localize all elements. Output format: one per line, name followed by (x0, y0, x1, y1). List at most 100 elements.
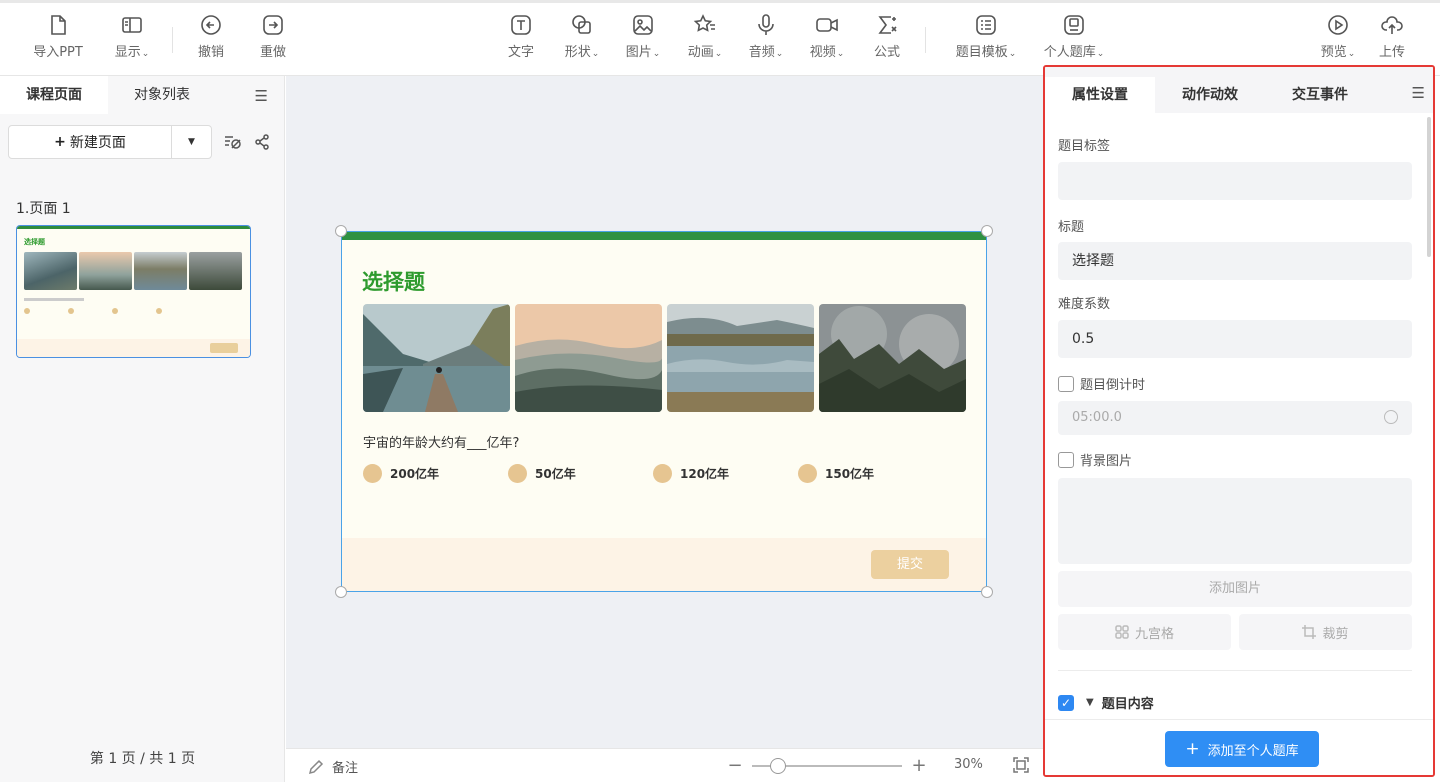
slide[interactable]: 选择题 宇宙的年龄大约有___亿年? 200亿年 50亿年 120亿年 150亿… (341, 231, 987, 592)
question-text[interactable]: 宇宙的年龄大约有___亿年? (363, 432, 519, 451)
zoom-slider[interactable] (752, 757, 902, 774)
mountain-lake-image[interactable] (667, 304, 814, 412)
countdown-checkbox-row[interactable]: 题目倒计时 (1058, 374, 1145, 393)
thumb-image (79, 252, 132, 290)
divider (925, 27, 926, 53)
properties-panel: 属性设置 动作动效 交互事件 ☰ 题目标签 标题 选择题 难度系数 0.5 题目… (1043, 65, 1435, 777)
question-bank-icon (1064, 15, 1084, 35)
crop-button[interactable]: 裁剪 (1239, 614, 1412, 650)
pencil-icon (308, 759, 324, 774)
play-icon (1328, 15, 1348, 35)
tab-actions[interactable]: 动作动效 (1155, 77, 1265, 113)
hide-icon[interactable] (222, 132, 242, 152)
zoom-slider-handle[interactable] (769, 757, 786, 774)
plus-icon: + (54, 134, 66, 150)
redo-icon (263, 15, 283, 35)
option-b[interactable]: 50亿年 (508, 464, 653, 483)
scrollbar[interactable] (1427, 117, 1431, 257)
submit-button[interactable]: 提交 (871, 550, 949, 579)
resize-handle[interactable] (335, 225, 347, 237)
animation-button[interactable]: 动画⌄ (670, 13, 740, 60)
radio-icon (798, 464, 817, 483)
image-button[interactable]: 图片⌄ (608, 13, 678, 60)
lake-dock-image[interactable] (363, 304, 510, 412)
formula-button[interactable]: 公式 (852, 13, 922, 60)
resize-handle[interactable] (981, 225, 993, 237)
radio-icon (508, 464, 527, 483)
bg-image-checkbox-row[interactable]: 背景图片 (1058, 450, 1132, 469)
divider (1058, 670, 1412, 671)
text-button[interactable]: 文字 (486, 13, 556, 60)
plus-icon: + (1185, 739, 1200, 759)
microphone-icon (758, 14, 774, 35)
new-page-button[interactable]: + 新建页面 (9, 126, 171, 158)
nine-grid-button[interactable]: 九宫格 (1058, 614, 1231, 650)
audio-button[interactable]: 音频⌄ (731, 13, 801, 60)
redo-button[interactable]: 重做 (238, 13, 308, 60)
bottom-bar: 备注 − + 30% (286, 748, 1043, 782)
chevron-down-icon[interactable]: ▼ (1086, 697, 1094, 708)
upload-icon (1381, 16, 1403, 34)
new-page-dropdown[interactable]: ▼ (171, 126, 211, 158)
question-template-button[interactable]: 题目模板⌄ (946, 13, 1026, 60)
page-thumbnail[interactable]: 选择题 (16, 225, 251, 358)
undo-button[interactable]: 撤销 (176, 13, 246, 60)
display-button[interactable]: 显示⌄ (97, 13, 167, 60)
option-d[interactable]: 150亿年 (798, 464, 943, 483)
bg-image-checkbox[interactable] (1058, 451, 1074, 468)
bg-image-preview[interactable] (1058, 478, 1412, 564)
note-button[interactable]: 备注 (308, 757, 358, 776)
resize-handle[interactable] (335, 586, 347, 598)
canvas-area: 选择题 宇宙的年龄大约有___亿年? 200亿年 50亿年 120亿年 150亿… (286, 76, 1043, 748)
slide-title[interactable]: 选择题 (362, 266, 425, 296)
chevron-down-icon: ⌄ (652, 49, 661, 59)
difficulty-label: 难度系数 (1058, 297, 1111, 312)
title-label: 标题 (1058, 220, 1085, 235)
tag-input[interactable] (1058, 162, 1412, 200)
option-a[interactable]: 200亿年 (363, 464, 508, 483)
question-content-checkbox[interactable]: ✓ (1058, 694, 1074, 711)
question-content-section[interactable]: ✓ ▼ 题目内容 (1058, 693, 1154, 712)
template-icon (976, 15, 996, 35)
personal-bank-button[interactable]: 个人题库⌄ (1034, 13, 1114, 60)
zoom-out-button[interactable]: − (726, 755, 744, 776)
countdown-checkbox[interactable] (1058, 375, 1074, 392)
option-c[interactable]: 120亿年 (653, 464, 798, 483)
clock-icon (1384, 410, 1398, 424)
add-image-button[interactable]: 添加图片 (1058, 571, 1412, 607)
countdown-input[interactable]: 05:00.0 (1058, 401, 1412, 435)
slide-top-bar (342, 232, 986, 240)
radio-icon (363, 464, 382, 483)
tab-properties[interactable]: 属性设置 (1045, 77, 1155, 113)
upload-button[interactable]: 上传 (1357, 13, 1427, 60)
zoom-control: − + (726, 755, 928, 776)
chevron-down-icon: ⌄ (1347, 49, 1356, 59)
zoom-in-button[interactable]: + (910, 755, 928, 776)
chevron-down-icon: ⌄ (1008, 49, 1017, 59)
resize-handle[interactable] (981, 586, 993, 598)
tab-events[interactable]: 交互事件 (1265, 77, 1375, 113)
thumb-image (134, 252, 187, 290)
foggy-forest-image[interactable] (819, 304, 966, 412)
difficulty-input[interactable]: 0.5 (1058, 320, 1412, 358)
panel-footer: + 添加至个人题库 (1045, 719, 1433, 775)
chevron-down-icon: ⌄ (775, 49, 784, 59)
divider (172, 27, 173, 53)
radio-icon (653, 464, 672, 483)
share-icon[interactable] (252, 132, 272, 152)
menu-icon[interactable]: ☰ (1412, 84, 1425, 102)
thumb-image (189, 252, 242, 290)
misty-hills-image[interactable] (515, 304, 662, 412)
tab-course-pages[interactable]: 课程页面 (0, 76, 108, 114)
tab-object-list[interactable]: 对象列表 (108, 76, 216, 114)
menu-icon[interactable]: ☰ (255, 87, 268, 105)
zoom-value: 30% (954, 757, 983, 772)
fit-screen-icon[interactable] (1012, 756, 1030, 778)
crop-icon (1302, 625, 1317, 639)
page-count: 第 1 页 / 共 1 页 (89, 751, 196, 767)
add-to-personal-bank-button[interactable]: + 添加至个人题库 (1165, 731, 1319, 767)
shape-button[interactable]: 形状⌄ (547, 13, 617, 60)
thumb-image (24, 252, 77, 290)
import-ppt-button[interactable]: 导入PPT (23, 13, 93, 60)
title-input[interactable]: 选择题 (1058, 242, 1412, 280)
